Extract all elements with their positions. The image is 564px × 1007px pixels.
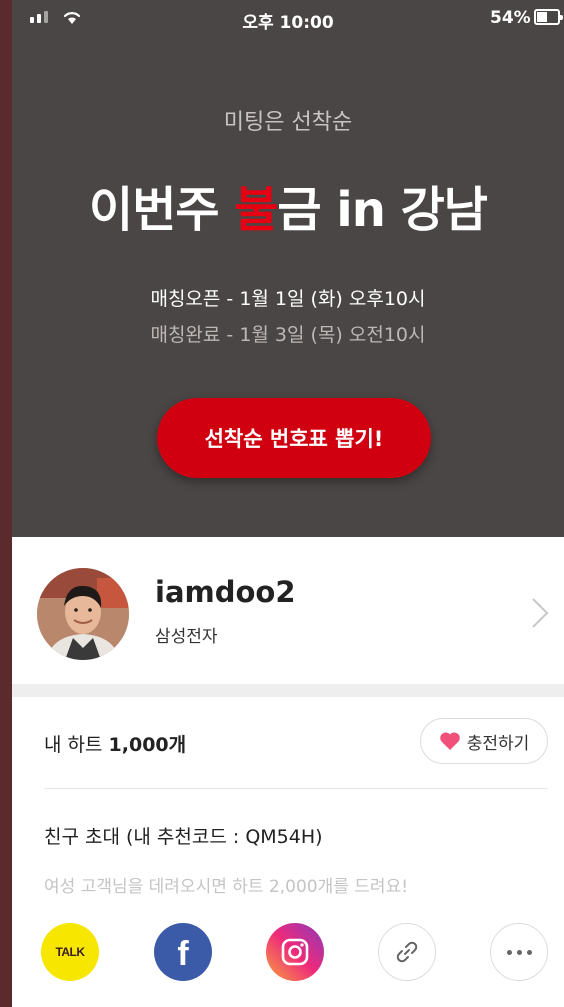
invite-title: 친구 초대 (내 추천코드 : QM54H) — [44, 826, 323, 848]
invite-description: 여성 고객님을 데려오시면 하트 2,000개를 드려요! — [44, 877, 409, 897]
charge-hearts-button[interactable]: 충전하기 — [420, 718, 548, 764]
get-ticket-button[interactable]: 선착순 번호표 뽑기! — [157, 398, 431, 478]
divider — [44, 788, 548, 789]
hero-title-accent: 불 — [234, 182, 278, 238]
status-bar: 오후 10:00 54% — [12, 0, 564, 36]
share-instagram-button[interactable] — [266, 923, 324, 981]
section-divider — [12, 684, 564, 697]
match-close-time: 매칭완료 - 1월 3일 (목) 오전10시 — [150, 324, 426, 346]
profile-username: iamdoo2 — [155, 575, 296, 609]
share-facebook-button[interactable]: f — [154, 923, 212, 981]
hearts-section: 내 하트 1,000개 충전하기 — [12, 697, 564, 789]
profile-company: 삼성전자 — [155, 627, 218, 647]
heart-balance: 내 하트 1,000개 — [44, 730, 186, 757]
battery-percent: 54% — [490, 8, 531, 28]
share-buttons: TALK f — [12, 923, 564, 983]
charge-hearts-label: 충전하기 — [466, 733, 530, 754]
avatar-image — [37, 568, 129, 660]
hero-title-part1: 이번주 — [89, 182, 235, 238]
profile-card[interactable]: iamdoo2 삼성전자 — [12, 537, 564, 684]
link-icon — [396, 941, 418, 963]
hero-title-part2: 금 in 강남 — [277, 182, 488, 238]
battery-icon — [534, 9, 563, 25]
status-time: 오후 10:00 — [242, 13, 334, 33]
match-open-time: 매칭오픈 - 1월 1일 (화) 오후10시 — [150, 288, 426, 310]
device-frame — [0, 0, 12, 1007]
kakaotalk-icon: TALK — [55, 945, 85, 959]
instagram-icon — [281, 938, 309, 966]
hero-title: 이번주 불금 in 강남 — [12, 170, 564, 240]
heart-balance-label: 내 하트 — [44, 734, 109, 756]
heart-balance-count: 1,000개 — [108, 734, 187, 756]
chevron-right-icon — [532, 598, 549, 628]
hero-subtitle: 미팅은 선착순 — [223, 110, 353, 135]
more-share-button[interactable] — [490, 923, 548, 981]
promo-banner: 오후 10:00 54% 미팅은 선착순 이번주 불금 in 강남 매칭오픈 -… — [12, 0, 564, 537]
share-kakaotalk-button[interactable]: TALK — [41, 923, 99, 981]
copy-link-button[interactable] — [378, 923, 436, 981]
more-icon — [506, 949, 532, 955]
heart-icon — [439, 732, 460, 750]
app-screen: 오후 10:00 54% 미팅은 선착순 이번주 불금 in 강남 매칭오픈 -… — [12, 0, 564, 1007]
facebook-icon: f — [177, 934, 189, 973]
avatar — [37, 568, 129, 660]
